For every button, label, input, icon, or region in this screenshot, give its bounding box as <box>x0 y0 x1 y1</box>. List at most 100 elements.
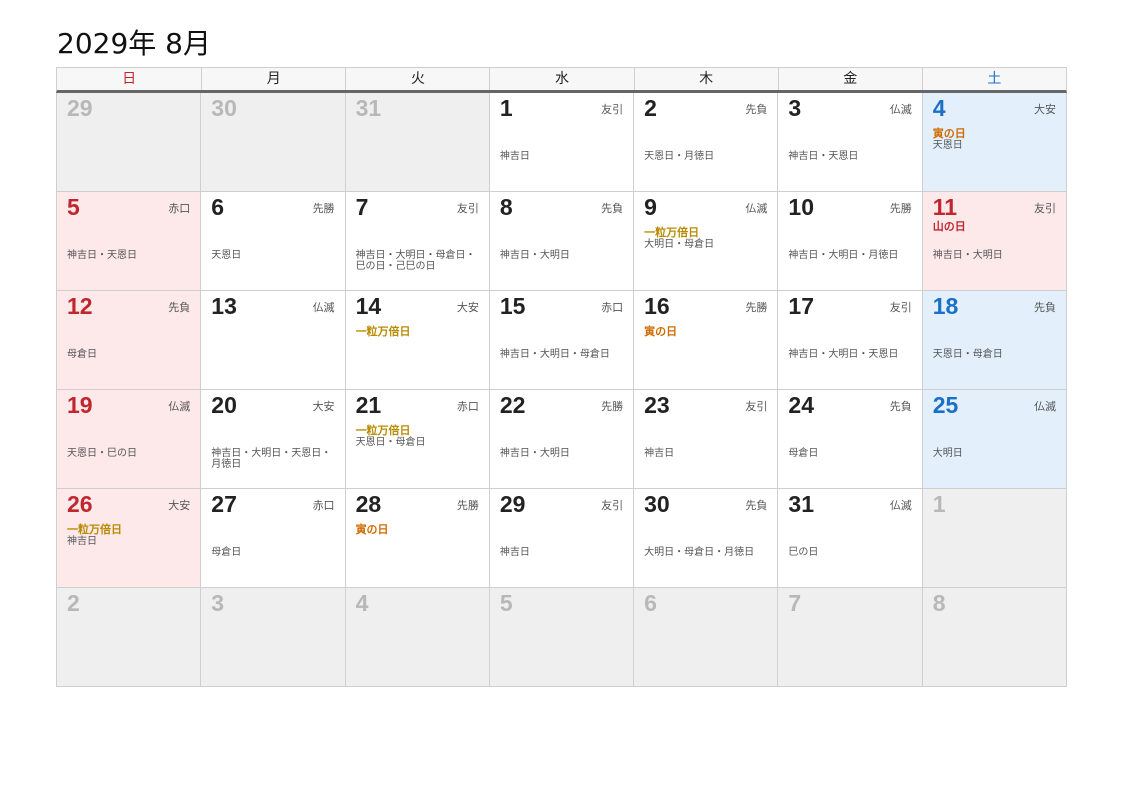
day-number: 31 <box>788 491 815 517</box>
day-cell[interactable]: 15 赤口神吉日・大明日・母倉日 <box>489 291 635 390</box>
day-cell[interactable]: 20 大安神吉日・大明日・天恩日・月徳日 <box>201 390 346 489</box>
rokuyo-label: 先負 <box>601 202 624 215</box>
day-cell[interactable]: 8 <box>922 588 1067 687</box>
day-notes: 母倉日 <box>67 349 97 360</box>
day-cell[interactable]: 29 <box>57 93 202 192</box>
day-number: 18 <box>932 293 959 319</box>
day-number: 7 <box>788 590 802 616</box>
day-cell[interactable]: 7 友引 神吉日・大明日・母倉日・巳の日・己巳の日 <box>345 192 490 291</box>
day-cell[interactable]: 30 先負 大明日・母倉日・月徳日 <box>634 489 779 588</box>
day-notes: 神吉日・大明日・母倉日 <box>499 349 610 360</box>
day-cell[interactable]: 18 先負 天恩日・母倉日 <box>922 291 1067 390</box>
rokuyo-label: 仏滅 <box>168 400 191 413</box>
rokuyo-label: 先負 <box>889 400 912 413</box>
special-day-label: 一粒万倍日 <box>67 523 122 536</box>
day-notes: 大明日・母倉日・月徳日 <box>644 547 755 558</box>
day-number: 3 <box>788 95 802 121</box>
day-cell[interactable]: 24 先負 母倉日 <box>778 390 923 489</box>
day-cell[interactable]: 25 仏滅大明日 <box>922 390 1067 489</box>
day-number: 16 <box>644 293 670 319</box>
rokuyo-label: 仏滅 <box>889 103 912 116</box>
day-notes: 神吉日 <box>499 151 530 162</box>
rokuyo-label: 友引 <box>745 400 768 413</box>
weekday-label: 水 <box>489 68 633 90</box>
day-number: 8 <box>932 590 946 616</box>
day-cell[interactable]: 13 仏滅 <box>201 291 346 390</box>
day-number: 2 <box>67 590 80 616</box>
day-cell[interactable]: 23 友引 神吉日 <box>634 390 779 489</box>
day-number: 9 <box>644 194 657 220</box>
rokuyo-label: 大安 <box>312 400 335 413</box>
weekday-label: 月 <box>201 68 345 90</box>
day-cell[interactable]: 29 友引 神吉日 <box>489 489 635 588</box>
day-cell[interactable]: 5 赤口 神吉日・天恩日 <box>57 192 202 291</box>
rokuyo-label: 大安 <box>1034 103 1056 116</box>
day-notes: 神吉日・大明日・月徳日 <box>788 250 899 261</box>
day-cell[interactable]: 1 <box>922 489 1067 588</box>
rokuyo-label: 友引 <box>889 301 912 314</box>
day-cell[interactable]: 7 <box>778 588 923 687</box>
day-cell[interactable]: 16 先勝 寅の日 <box>634 291 779 390</box>
day-notes: 天恩日 <box>211 250 242 261</box>
day-cell[interactable]: 3 仏滅神吉日・天恩日 <box>778 93 923 192</box>
day-cell[interactable]: 30 <box>201 93 346 192</box>
day-notes: 神吉日・大明日・天恩日・月徳日 <box>211 448 332 470</box>
day-number: 11 <box>932 194 958 220</box>
rokuyo-label: 仏滅 <box>889 499 912 512</box>
day-cell[interactable]: 19 仏滅 天恩日・巳の日 <box>57 390 202 489</box>
day-cell[interactable]: 9 仏滅 一粒万倍日 大明日・母倉日 <box>634 192 779 291</box>
day-notes: 天恩日・月徳日 <box>644 151 715 162</box>
rokuyo-label: 先負 <box>168 301 191 314</box>
day-cell[interactable]: 8 先負 神吉日・大明日 <box>489 192 635 291</box>
day-number: 1 <box>499 95 513 121</box>
day-cell[interactable]: 6 先勝 天恩日 <box>201 192 346 291</box>
day-cell[interactable]: 14 大安 一粒万倍日 <box>345 291 490 390</box>
day-number: 8 <box>499 194 513 220</box>
rokuyo-label: 友引 <box>456 202 479 215</box>
day-notes: 神吉日・大明日 <box>932 250 1003 261</box>
day-notes: 天恩日・母倉日 <box>932 349 1003 360</box>
day-cell[interactable]: 27 赤口 母倉日 <box>201 489 346 588</box>
calendar: 日月火水木金土 29 30 31 1 友引 神吉日 2 先負 天恩日・月徳日 3 仏滅 神吉日・天恩日… <box>56 67 1067 687</box>
day-cell[interactable]: 1 友引 神吉日 <box>489 93 635 192</box>
day-cell[interactable]: 3 <box>201 588 346 687</box>
rokuyo-label: 先勝 <box>745 301 768 314</box>
day-cell[interactable]: 17 友引 神吉日・大明日・天恩日 <box>778 291 923 390</box>
day-notes: 神吉日 <box>67 536 97 547</box>
day-cell[interactable]: 21 赤口 一粒万倍日 天恩日・母倉日 <box>345 390 490 489</box>
day-cell[interactable]: 2 先負 天恩日・月徳日 <box>634 93 779 192</box>
day-notes: 神吉日 <box>644 448 675 459</box>
day-number: 25 <box>932 392 959 418</box>
day-notes: 母倉日 <box>788 448 819 459</box>
day-number: 12 <box>67 293 93 319</box>
day-number: 1 <box>932 491 946 517</box>
day-notes: 神吉日・天恩日 <box>788 151 859 162</box>
day-notes: 神吉日・天恩日 <box>67 250 137 261</box>
day-cell[interactable]: 6 <box>634 588 779 687</box>
day-cell[interactable]: 22 先勝 神吉日・大明日 <box>489 390 635 489</box>
day-cell[interactable]: 11 友引 山の日 神吉日・大明日 <box>922 192 1067 291</box>
day-cell[interactable]: 31 <box>345 93 490 192</box>
day-cell[interactable]: 4 <box>345 588 490 687</box>
day-notes: 神吉日・大明日・天恩日 <box>788 349 899 360</box>
day-cell[interactable]: 28 先勝 寅の日 <box>345 489 490 588</box>
day-notes: 天恩日・母倉日 <box>355 437 426 448</box>
day-number: 31 <box>355 95 382 121</box>
day-number: 30 <box>211 95 237 121</box>
day-notes: 天恩日・巳の日 <box>67 448 137 459</box>
day-cell[interactable]: 4 大安 寅の日 天恩日 <box>922 93 1067 192</box>
day-number: 15 <box>499 293 526 319</box>
day-cell[interactable]: 26 大安 一粒万倍日 神吉日 <box>57 489 202 588</box>
day-cell[interactable]: 2 <box>57 588 202 687</box>
day-notes: 大明日 <box>932 448 963 459</box>
day-cell[interactable]: 12 先負母倉日 <box>57 291 202 390</box>
day-cell[interactable]: 31 仏滅 巳の日 <box>778 489 923 588</box>
rokuyo-label: 赤口 <box>312 499 335 512</box>
day-number: 20 <box>211 392 237 418</box>
rokuyo-label: 友引 <box>1034 202 1056 215</box>
rokuyo-label: 仏滅 <box>745 202 768 215</box>
day-cell[interactable]: 10 先勝 神吉日・大明日・月徳日 <box>778 192 923 291</box>
rokuyo-label: 赤口 <box>601 301 624 314</box>
rokuyo-label: 仏滅 <box>1034 400 1056 413</box>
day-cell[interactable]: 5 <box>489 588 635 687</box>
